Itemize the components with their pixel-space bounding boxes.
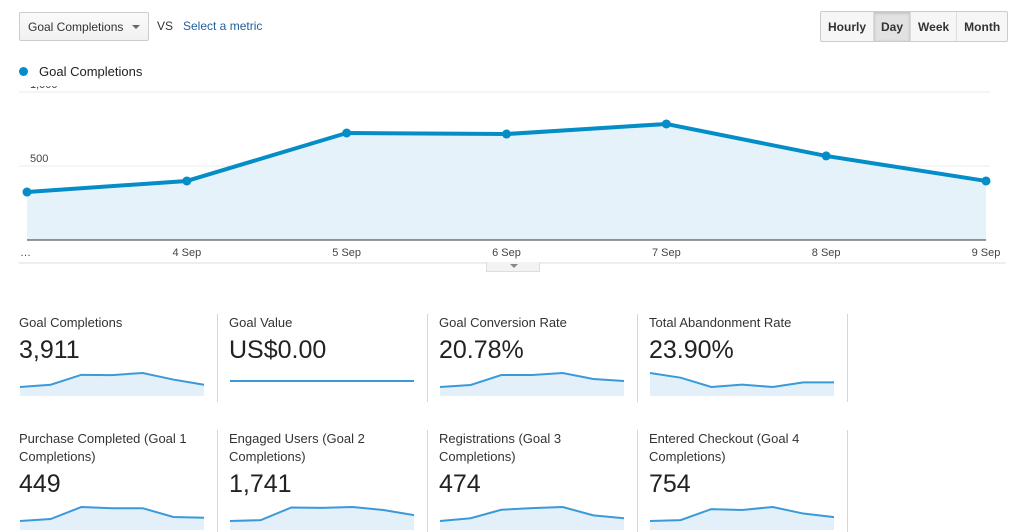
select-comparison-metric-link[interactable]: Select a metric xyxy=(183,19,262,33)
data-point xyxy=(502,129,511,139)
x-tick-label: 6 Sep xyxy=(492,247,521,259)
scorecard-total-abandonment-rate[interactable]: Total Abandonment Rate 23.90% xyxy=(630,314,840,397)
divider xyxy=(217,314,218,402)
x-tick-label: … xyxy=(20,247,31,259)
scorecard-value: 23.90% xyxy=(649,336,734,364)
scorecard-value: 20.78% xyxy=(439,336,524,364)
data-point xyxy=(22,187,32,197)
sparkline xyxy=(230,380,414,382)
x-tick-label: 7 Sep xyxy=(652,247,681,259)
granularity-month-button[interactable]: Month xyxy=(957,12,1007,41)
data-point xyxy=(661,119,671,129)
goal-completions-chart: 500 1,000 … 4 Sep 5 Sep 6 Sep 7 Sep 8 Sep 9 Sep xyxy=(19,86,1006,264)
sparkline xyxy=(649,372,834,396)
scorecard-value: US$0.00 xyxy=(229,336,327,364)
y-tick-label: 500 xyxy=(30,153,48,165)
sparkline xyxy=(649,505,835,530)
x-tick-label: 8 Sep xyxy=(812,247,841,259)
data-point xyxy=(821,151,831,161)
scorecard-title: Engaged Users (Goal 2 Completions) xyxy=(229,431,365,464)
x-tick-label: 9 Sep xyxy=(972,247,1001,259)
scorecard-value: 474 xyxy=(439,470,481,498)
scorecard-value: 1,741 xyxy=(229,470,292,498)
granularity-week-button[interactable]: Week xyxy=(911,12,958,41)
sparkline xyxy=(439,371,625,396)
scorecard-goal-conversion-rate[interactable]: Goal Conversion Rate 20.78% xyxy=(420,314,630,397)
data-point xyxy=(342,128,352,138)
scorecard-goal-completions[interactable]: Goal Completions 3,911 xyxy=(0,314,210,397)
scorecard-value: 449 xyxy=(19,470,61,498)
legend-dot-icon xyxy=(19,67,28,76)
y-tick-label: 1,000 xyxy=(30,86,58,91)
x-tick-label: 5 Sep xyxy=(332,247,361,259)
granularity-day-button[interactable]: Day xyxy=(874,12,912,41)
scorecard-title: Registrations (Goal 3 Completions) xyxy=(439,431,562,464)
scorecard-title: Goal Value xyxy=(229,315,293,330)
sparkline xyxy=(229,505,415,530)
data-point xyxy=(182,176,192,186)
scorecard-purchase-completed[interactable]: Purchase Completed (Goal 1 Completions) … xyxy=(0,430,210,531)
scorecard-engaged-users[interactable]: Engaged Users (Goal 2 Completions) 1,741 xyxy=(210,430,420,531)
divider xyxy=(847,314,848,402)
caret-down-icon xyxy=(510,264,518,268)
primary-metric-label: Goal Completions xyxy=(28,19,124,34)
scorecard-title: Total Abandonment Rate xyxy=(649,315,792,330)
chart-expand-button[interactable] xyxy=(486,262,540,272)
divider xyxy=(427,314,428,402)
divider xyxy=(637,430,638,532)
divider xyxy=(427,430,428,532)
vs-label: VS xyxy=(157,19,174,33)
legend-label: Goal Completions xyxy=(39,64,143,79)
divider xyxy=(847,430,848,532)
scorecard-entered-checkout[interactable]: Entered Checkout (Goal 4 Completions) 75… xyxy=(630,430,840,531)
sparkline xyxy=(19,505,205,530)
divider xyxy=(217,430,218,532)
chart-legend: Goal Completions xyxy=(19,64,142,79)
granularity-hourly-button[interactable]: Hourly xyxy=(821,12,875,41)
x-tick-label: 4 Sep xyxy=(172,247,201,259)
scorecard-value: 3,911 xyxy=(19,336,80,364)
scorecard-goal-value[interactable]: Goal Value US$0.00 xyxy=(210,314,420,397)
sparkline xyxy=(19,371,205,396)
scorecard-value: 754 xyxy=(649,470,691,498)
data-point xyxy=(981,176,991,186)
time-granularity-toggle: Hourly Day Week Month xyxy=(820,11,1009,42)
scorecard-title: Purchase Completed (Goal 1 Completions) xyxy=(19,431,187,464)
chevron-down-icon xyxy=(132,25,140,29)
scorecard-title: Goal Completions xyxy=(19,315,123,330)
divider xyxy=(637,314,638,402)
scorecard-registrations[interactable]: Registrations (Goal 3 Completions) 474 xyxy=(420,430,630,531)
primary-metric-dropdown[interactable]: Goal Completions xyxy=(19,12,149,41)
sparkline xyxy=(439,505,625,530)
scorecard-title: Entered Checkout (Goal 4 Completions) xyxy=(649,431,800,464)
scorecard-title: Goal Conversion Rate xyxy=(439,315,567,330)
